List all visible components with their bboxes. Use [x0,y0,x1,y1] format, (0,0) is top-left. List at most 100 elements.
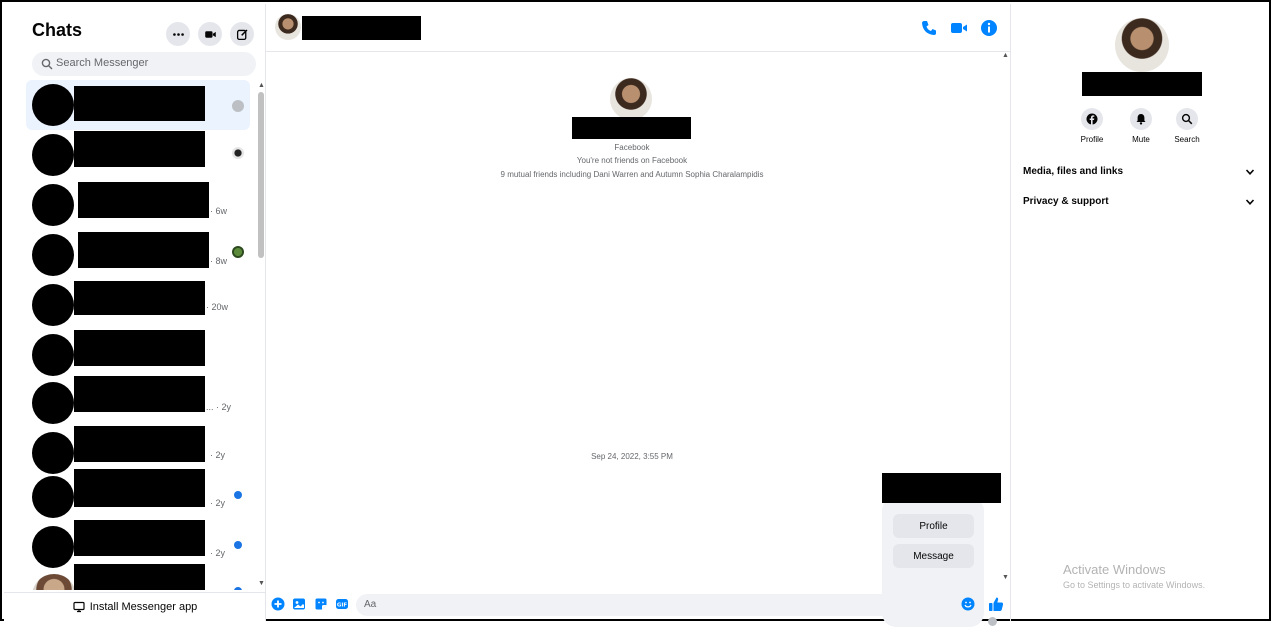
privacy-support-section[interactable]: Privacy & support [1023,192,1255,212]
search-action-button[interactable]: Search [1167,108,1207,144]
new-message-button[interactable] [230,22,254,46]
chat-list-item[interactable] [26,330,250,380]
conversation-header [266,4,1010,52]
scroll-down-arrow[interactable]: ▼ [258,580,265,587]
redacted-name [74,469,205,507]
emoji-icon[interactable] [961,597,975,611]
messenger-window: Chats Search Messenger · 6w · 8w · 20w .… [0,0,1271,627]
scroll-up-arrow[interactable]: ▲ [1002,52,1009,59]
redacted-name [74,330,205,366]
mute-action-button[interactable]: Mute [1121,108,1161,144]
message-composer: GIF Aa [266,590,1010,621]
message-placeholder: Aa [364,599,377,610]
sticker-icon[interactable] [314,597,328,611]
chat-list-item[interactable] [26,130,250,180]
details-panel: Profile Mute Search Media, files and lin… [1010,4,1271,621]
image-icon[interactable] [292,597,306,611]
sidebar-header: Chats [4,4,266,50]
install-app-button[interactable]: Install Messenger app [4,592,266,621]
redacted-details-name [1082,72,1202,96]
chat-list-item[interactable]: · 2y [26,469,250,522]
scroll-up-arrow[interactable]: ▲ [258,82,265,89]
chat-time: · 20w [206,302,229,312]
bell-icon [1136,114,1146,125]
card-message-button[interactable]: Message [893,544,974,568]
compose-icon [236,29,247,40]
mute-action-label: Mute [1132,135,1150,144]
search-input[interactable]: Search Messenger [32,52,256,76]
intro-source: Facebook [614,143,650,152]
info-icon[interactable] [980,19,998,37]
redacted-name [74,564,205,590]
profile-action-button[interactable]: Profile [1072,108,1112,144]
thread-scrollbar[interactable]: ▲ ▼ [1000,52,1010,582]
chat-list-item[interactable]: ... · 2y [26,376,250,428]
redacted-contact-name [572,117,691,139]
gif-icon[interactable]: GIF [335,597,349,611]
redacted-name [74,281,205,315]
video-camera-icon [204,30,216,38]
avatar [32,526,74,568]
message-input[interactable]: Aa [356,594,978,616]
section-label: Privacy & support [1023,196,1109,207]
chat-list-item[interactable] [26,80,250,130]
redacted-name [74,131,205,167]
video-call-icon[interactable] [950,19,968,37]
section-label: Media, files and links [1023,166,1124,177]
search-placeholder: Search Messenger [56,57,149,69]
message-timestamp: Sep 24, 2022, 3:55 PM [591,452,673,461]
install-label: Install Messenger app [89,601,198,613]
chat-time: · 2y [210,498,226,508]
avatar [32,234,74,276]
avatar [32,334,74,376]
media-files-links-section[interactable]: Media, files and links [1023,162,1255,182]
avatar [32,574,76,590]
chat-time: · 2y [210,450,226,460]
avatar [32,184,74,226]
chat-time: · 8w [210,256,228,266]
contact-avatar[interactable] [275,14,301,40]
intro-friend-status: You're not friends on Facebook [576,156,688,165]
phone-icon[interactable] [920,19,938,37]
chevron-down-icon [1245,169,1255,175]
redacted-card-name [882,473,1001,503]
new-room-button[interactable] [198,22,222,46]
scroll-thumb[interactable] [258,92,264,258]
details-avatar [1115,18,1169,72]
avatar [32,432,74,474]
sidebar-title: Chats [32,20,83,40]
avatar [32,284,74,326]
seen-avatar [232,147,244,159]
avatar [32,134,74,176]
chat-time: ... · 2y [206,402,232,412]
sidebar-scrollbar[interactable]: ▲ ▼ [256,80,266,590]
chat-list-item[interactable] [26,564,250,590]
more-icon [172,32,184,36]
chat-list-item[interactable]: · 8w [26,230,250,280]
scroll-down-arrow[interactable]: ▼ [1002,574,1009,581]
facebook-icon [1086,113,1098,125]
redacted-contact-name [302,16,421,40]
activate-windows-subtitle: Go to Settings to activate Windows. [1063,580,1206,590]
avatar [32,382,74,424]
conversation-panel: Facebook You're not friends on Facebook … [266,4,1010,627]
redacted-name [78,182,209,218]
unread-dot [234,541,242,549]
chat-sidebar: Chats Search Messenger · 6w · 8w · 20w .… [4,4,266,621]
plus-icon[interactable] [271,597,285,611]
avatar [32,476,74,518]
svg-text:GIF: GIF [337,603,348,609]
card-profile-button[interactable]: Profile [893,514,974,538]
thumbs-up-icon[interactable] [988,596,1004,612]
chat-list-item[interactable]: · 20w [26,280,250,330]
options-button[interactable] [166,22,190,46]
redacted-name [74,376,205,412]
unread-dot [234,587,242,590]
chat-list-item[interactable]: · 6w [26,180,250,230]
message-thread: Facebook You're not friends on Facebook … [266,52,1010,627]
contact-intro-avatar [610,78,652,120]
desktop-icon [73,601,85,613]
unread-dot [234,491,242,499]
profile-action-label: Profile [1080,135,1104,144]
avatar [32,84,74,126]
